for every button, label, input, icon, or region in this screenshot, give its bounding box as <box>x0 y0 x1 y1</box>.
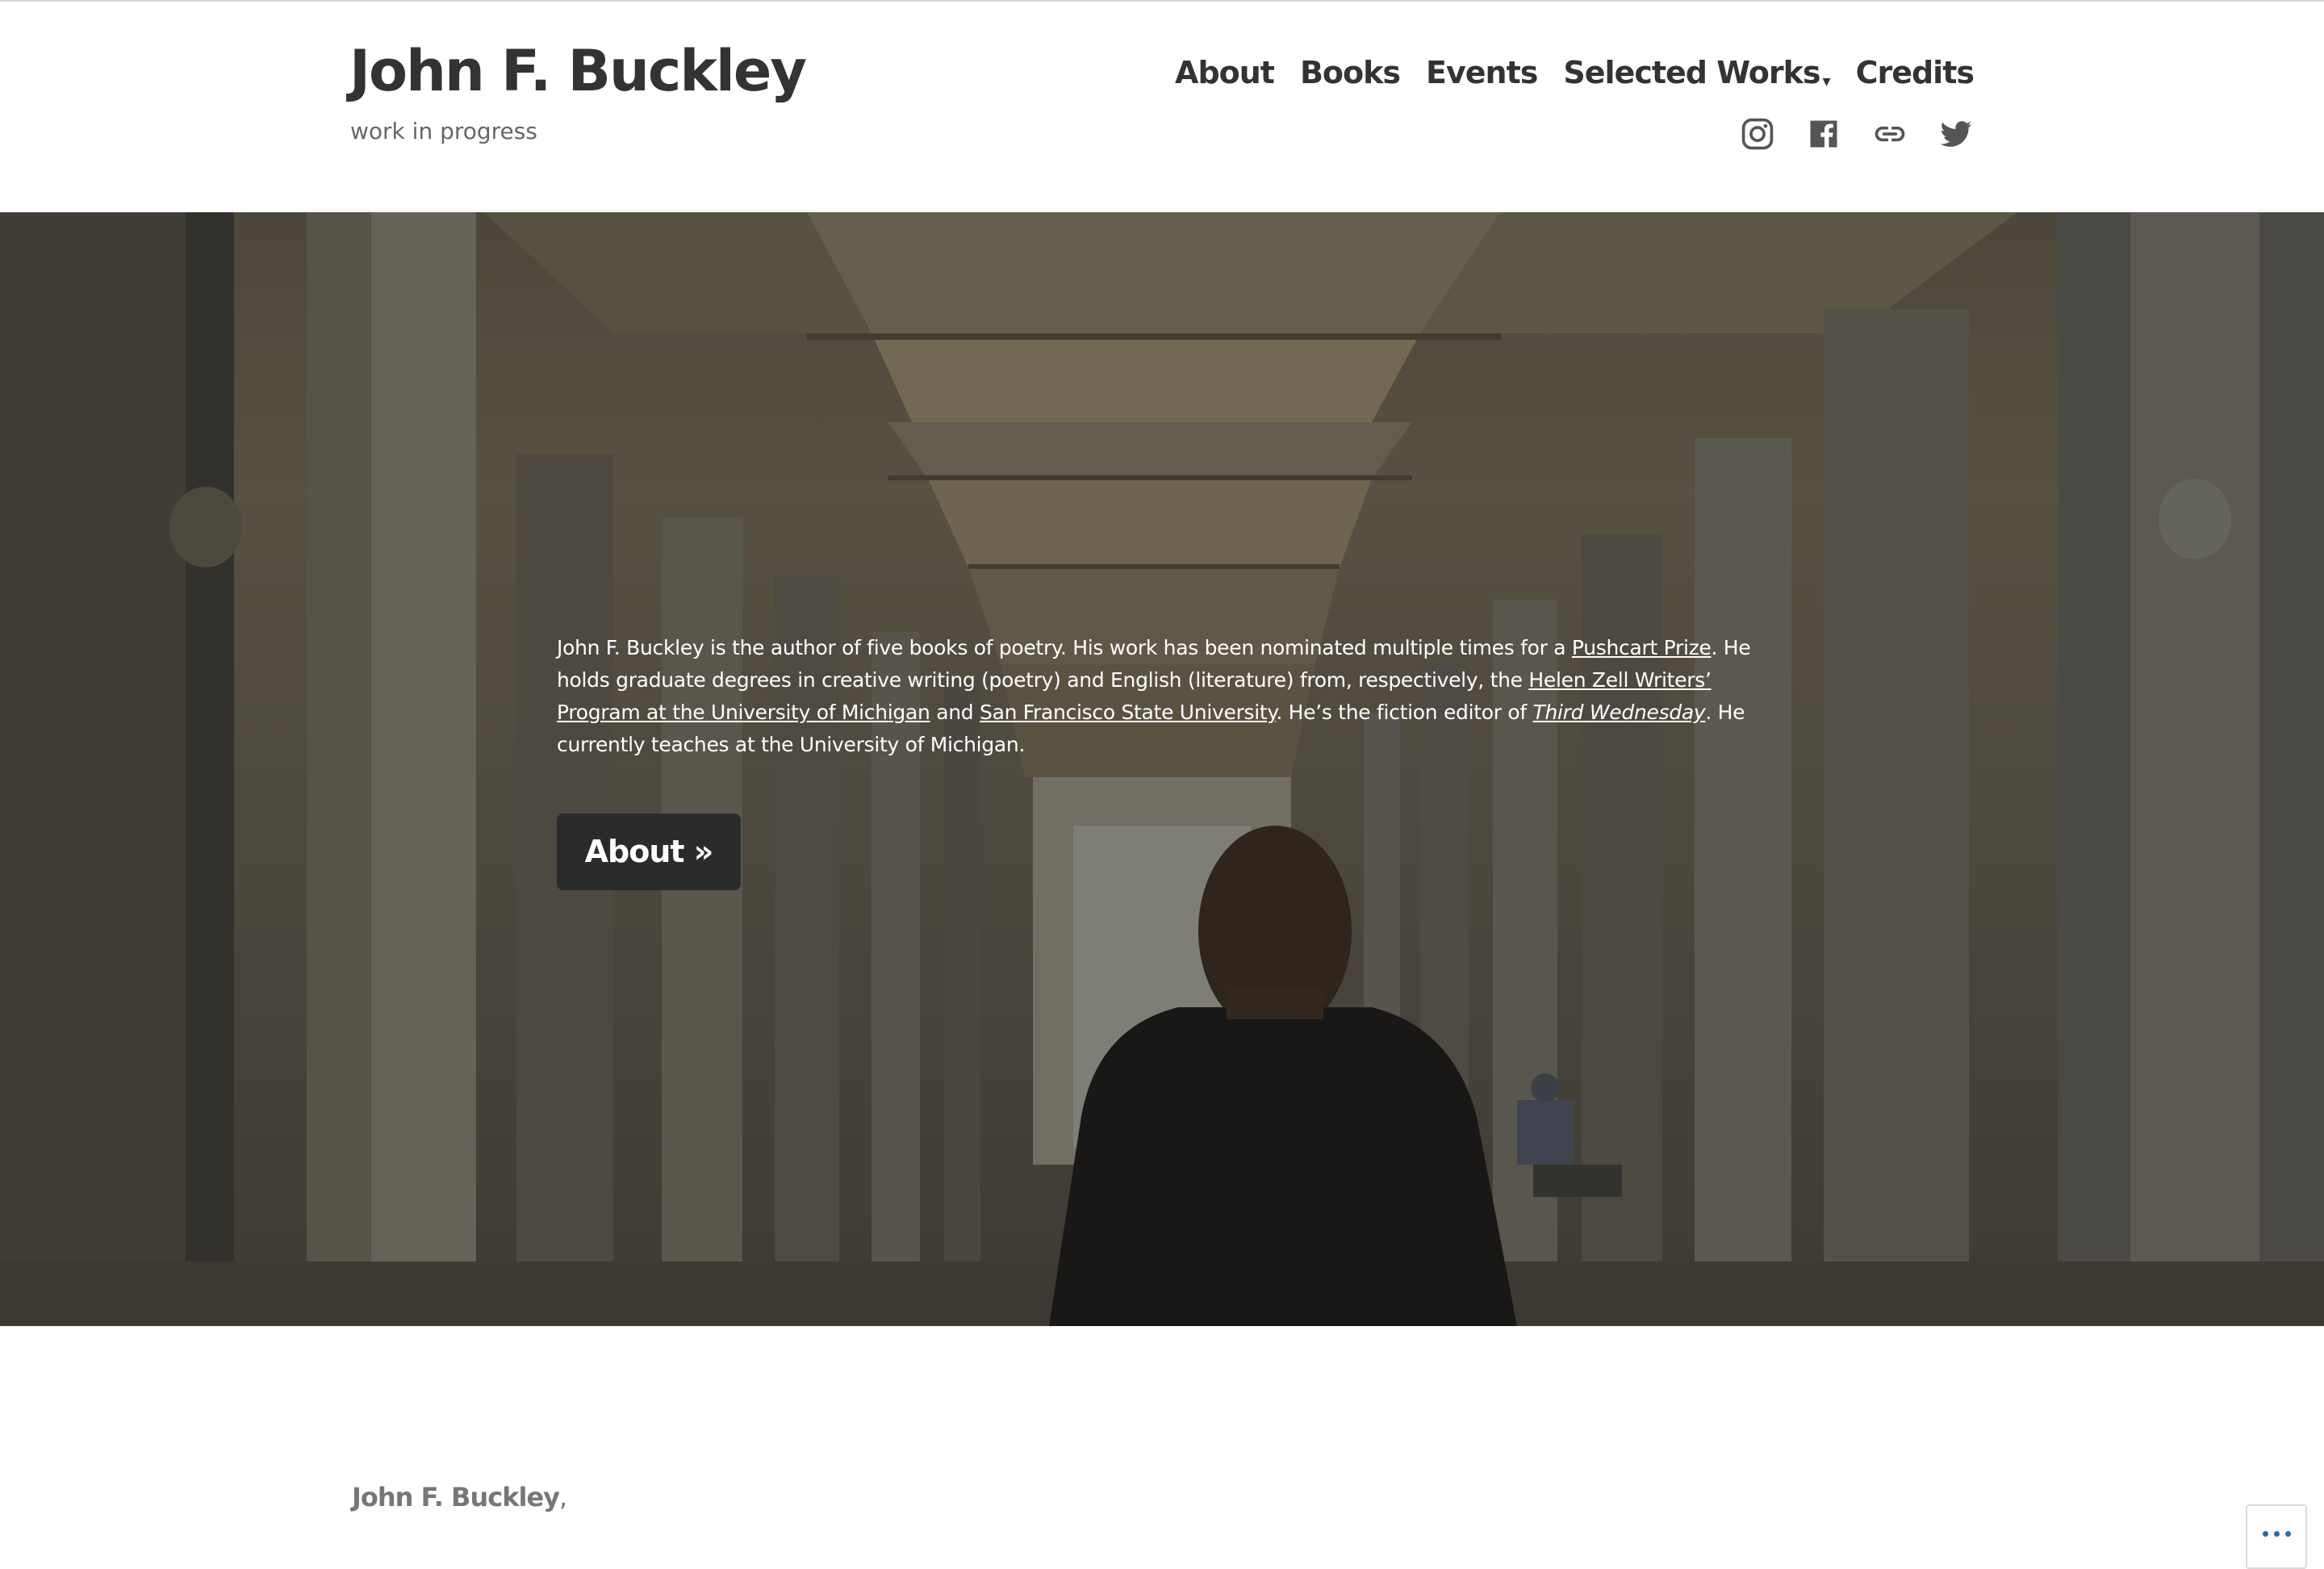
third-wednesday-link[interactable]: Third Wednesday <box>1533 701 1706 724</box>
hero-section: John F. Buckley is the author of five bo… <box>0 212 2324 1326</box>
dot-icon <box>2273 1530 2280 1537</box>
bio-text-part: and <box>930 701 980 724</box>
site-tagline: work in progress <box>350 118 537 144</box>
hero-bio-text: John F. Buckley is the author of five bo… <box>557 632 1775 761</box>
chevron-down-icon: ▾ <box>1822 71 1831 90</box>
social-links <box>1727 116 1974 152</box>
third-wednesday-emphasis: Third Wednesday <box>1533 701 1706 724</box>
more-options-button[interactable] <box>2246 1504 2307 1569</box>
hero-overlay <box>0 212 2324 1326</box>
instagram-icon[interactable] <box>1740 116 1775 152</box>
link-icon-graphic <box>1875 126 1905 142</box>
facebook-icon[interactable] <box>1806 116 1841 152</box>
bio-text-part: . He’s the fiction editor of <box>1276 701 1533 724</box>
about-button[interactable]: About » <box>557 814 741 890</box>
link-icon[interactable] <box>1872 116 1908 152</box>
bio-text-part: John F. Buckley is the author of five bo… <box>557 636 1572 659</box>
author-name: John F. Buckley <box>352 1482 560 1513</box>
twitter-icon-graphic <box>1940 121 1972 147</box>
nav-item-events[interactable]: Events <box>1426 55 1538 92</box>
nav-item-books[interactable]: Books <box>1300 55 1401 92</box>
author-suffix: , <box>559 1482 568 1513</box>
nav-item-credits[interactable]: Credits <box>1856 55 1975 92</box>
twitter-icon[interactable] <box>1938 116 1974 152</box>
facebook-icon-graphic <box>1810 120 1837 148</box>
site-title[interactable]: John F. Buckley <box>349 39 807 104</box>
dot-icon <box>2284 1530 2291 1537</box>
nav-item-about[interactable]: About <box>1175 55 1275 92</box>
pushcart-prize-link[interactable]: Pushcart Prize <box>1572 636 1712 659</box>
author-line: John F. Buckley, <box>352 1482 567 1513</box>
instagram-icon-graphic <box>1741 118 1774 150</box>
nav-item-selected-works[interactable]: Selected Works ▾ <box>1563 55 1831 92</box>
dot-icon <box>2262 1530 2268 1537</box>
main-navigation: About Books Events Selected Works ▾ Credi… <box>1175 55 1975 92</box>
sfsu-link[interactable]: San Francisco State University <box>980 701 1277 724</box>
nav-item-selected-works-label: Selected Works <box>1563 55 1820 90</box>
top-border <box>0 0 2324 2</box>
